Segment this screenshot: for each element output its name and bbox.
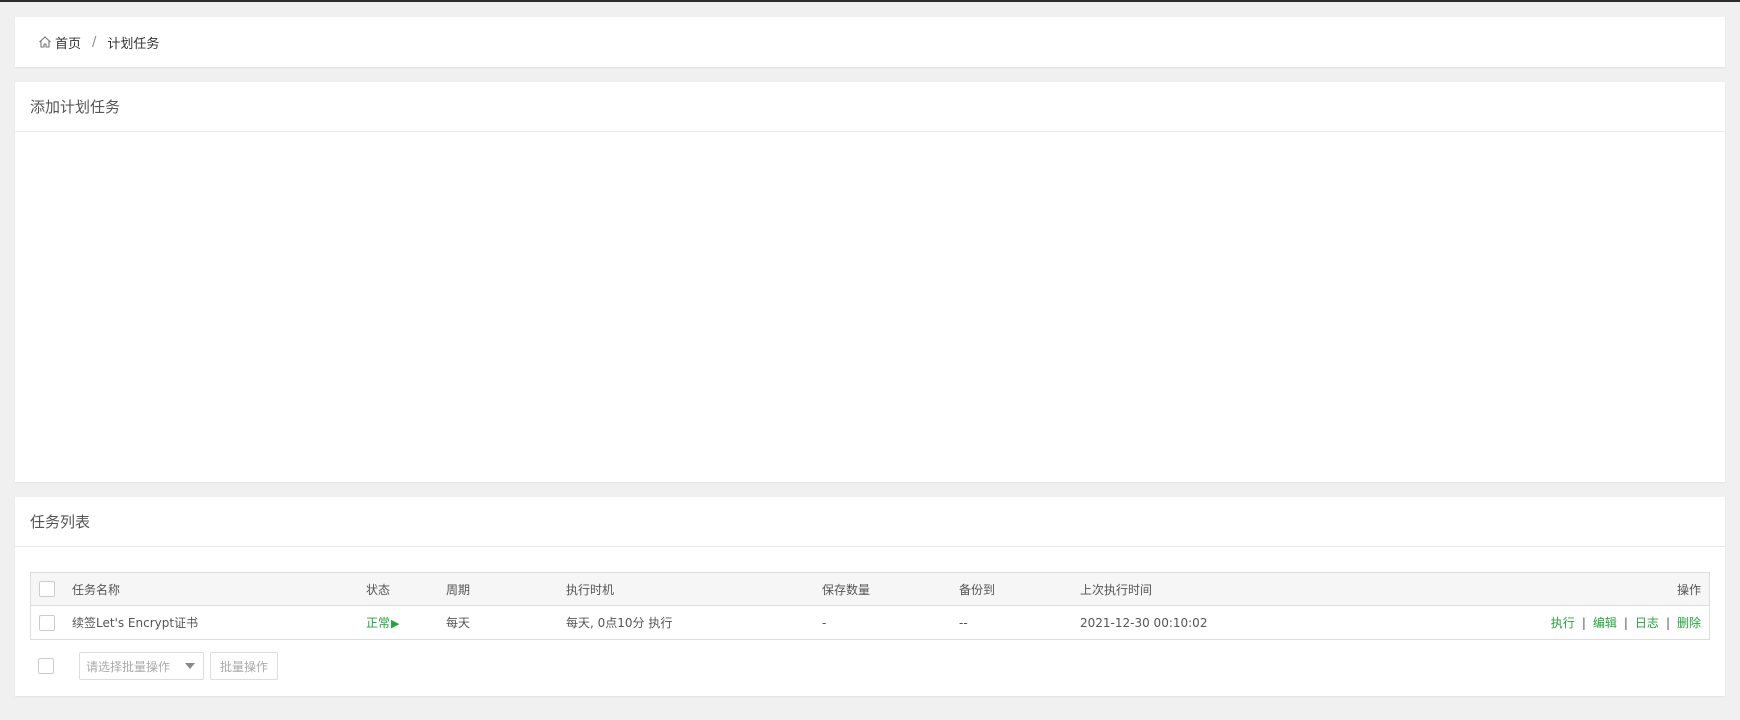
task-table: 任务名称 状态 周期 执行时机 保存数量 备份到 上次执行时间 操作 续签Let… [30,572,1710,640]
column-header-backup: 备份到 [959,582,996,597]
select-all-checkbox[interactable] [39,581,55,597]
column-header-status: 状态 [366,582,391,597]
task-status[interactable]: 正常▶ [366,614,446,631]
breadcrumb-separator: / [92,34,97,50]
task-timing: 每天, 0点10分 执行 [566,616,673,630]
batch-select-all-checkbox[interactable] [38,658,54,674]
task-list-title: 任务列表 [15,497,1725,547]
batch-select-placeholder: 请选择批量操作 [86,659,171,674]
breadcrumb-current: 计划任务 [107,36,160,52]
task-last-run: 2021-12-30 00:10:02 [1080,615,1208,630]
add-task-panel: 添加计划任务 [15,82,1725,482]
row-checkbox[interactable] [39,614,55,631]
task-name: 续签Let's Encrypt证书 [72,616,199,630]
task-ops: 执行 | 编辑 | 日志 | 删除 [1380,614,1709,631]
add-task-title: 添加计划任务 [15,82,1725,132]
column-header-last-run: 上次执行时间 [1080,582,1153,597]
play-icon[interactable]: ▶ [391,617,399,630]
table-row: 续签Let's Encrypt证书 正常▶ 每天 每天, 0点10分 执行 - … [31,606,1709,639]
batch-operation-button[interactable]: 批量操作 [210,652,279,680]
task-keep: - [822,615,827,630]
top-bar [0,0,1740,2]
delete-link[interactable]: 删除 [1677,616,1701,630]
ops-separator: | [1665,616,1670,630]
execute-link[interactable]: 执行 [1551,616,1575,630]
breadcrumb-home-link[interactable]: 首页 [55,33,81,52]
log-link[interactable]: 日志 [1635,616,1659,630]
breadcrumb: 首页 / 计划任务 [37,17,159,67]
batch-bar: 请选择批量操作 批量操作 [30,652,279,680]
edit-link[interactable]: 编辑 [1593,616,1617,630]
task-cycle: 每天 [446,616,471,630]
column-header-cycle: 周期 [446,582,471,597]
column-header-timing: 执行时机 [566,582,615,597]
column-header-name: 任务名称 [72,582,121,597]
task-list-panel: 任务列表 任务名称 状态 周期 执行时机 保存数量 备份到 上次执行时间 操作 … [15,497,1725,696]
home-icon[interactable] [37,34,53,50]
ops-separator: | [1581,616,1586,630]
status-label[interactable]: 正常 [366,616,390,630]
breadcrumb-panel: 首页 / 计划任务 [15,17,1725,67]
task-backup: -- [959,615,968,630]
table-header-row: 任务名称 状态 周期 执行时机 保存数量 备份到 上次执行时间 操作 [31,573,1709,606]
chevron-down-icon [185,663,195,669]
column-header-ops: 操作 [1676,582,1701,597]
batch-operation-select[interactable]: 请选择批量操作 [79,652,204,680]
ops-separator: | [1623,616,1628,630]
column-header-keep: 保存数量 [822,582,871,597]
